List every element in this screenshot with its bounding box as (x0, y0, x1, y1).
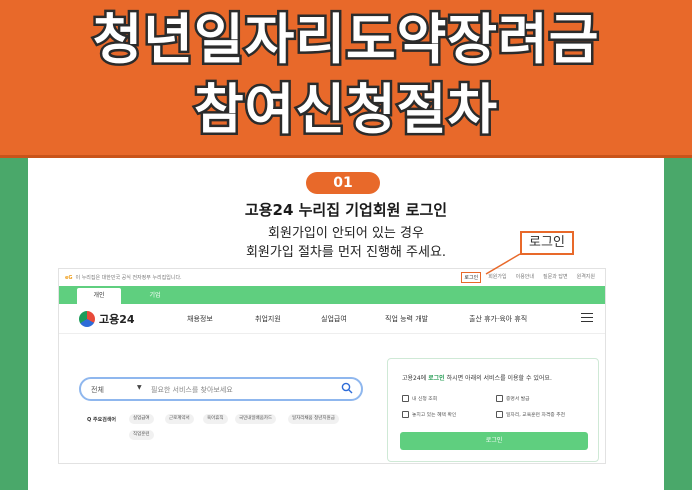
util-login-link[interactable]: 로그인 (461, 272, 482, 283)
service-missed-benefits[interactable]: 놓치고 있는 혜택 확인 (402, 411, 456, 418)
checklist-icon (402, 411, 409, 418)
site-brand-name: 고용24 (99, 313, 135, 326)
tab-personal[interactable]: 개인 (77, 288, 121, 304)
document-icon (402, 395, 409, 402)
service-recommendations[interactable]: 일자리, 교육훈련 자격증 추천 (496, 411, 565, 418)
popular-keywords-label: Q 주요검색어 (87, 417, 116, 423)
login-button[interactable]: 로그인 (400, 432, 588, 450)
nav-item-parental-leave[interactable]: 출산 휴가·육아 휴직 (469, 314, 527, 324)
step-number-badge: 01 (306, 172, 380, 194)
banner-title-line2: 참여신청절차 (191, 76, 499, 144)
util-qna-link[interactable]: 질문과 답변 (541, 272, 570, 283)
service-label: 놓치고 있는 혜택 확인 (412, 413, 457, 418)
keyword-chip[interactable]: 육아휴직 (203, 414, 228, 424)
site-screenshot: eG 이 누리집은 대한민국 공식 전자정부 누리집입니다. 로그인 회원가입 … (58, 268, 606, 464)
banner-title-line1: 청년일자리도약장려금 (90, 6, 601, 74)
taeguk-logo-icon (79, 311, 95, 327)
keyword-chip[interactable]: 국민내일배움카드 (235, 414, 277, 424)
login-msg-highlight: 로그인 (428, 375, 445, 382)
login-callout: 로그인 (520, 231, 574, 255)
egov-logo: eG (65, 274, 73, 281)
service-certificate[interactable]: 증명서 발급 (496, 395, 530, 402)
nav-item-employment-support[interactable]: 취업지원 (255, 314, 281, 324)
search-bar[interactable]: 전체 ▼ 필요한 서비스를 찾아보세요 (79, 377, 363, 401)
util-remote-link[interactable]: 원격지원 (575, 272, 597, 283)
caret-down-icon: ▼ (137, 384, 142, 391)
keyword-chip[interactable]: 근로계약서 (165, 414, 194, 424)
recommend-icon (496, 411, 503, 418)
utility-links: 로그인 회원가입 이용안내 질문과 답변 원격지원 (461, 272, 597, 283)
search-category-select[interactable]: 전체 (91, 385, 104, 395)
service-my-applications[interactable]: 내 신청 조회 (402, 395, 437, 402)
login-panel-message: 고용24에 로그인 하시면 아래의 서비스를 이용할 수 있어요. (402, 373, 552, 382)
user-type-tabs: 개인 기업 (59, 286, 605, 304)
step-title: 고용24 누리집 기업회원 로그인 (244, 201, 448, 219)
nav-item-skill-development[interactable]: 직업 능력 개발 (385, 314, 428, 324)
keyword-chip[interactable]: 실업급여 (129, 414, 154, 424)
login-msg-suffix: 하시면 아래의 서비스를 이용할 수 있어요. (444, 375, 552, 382)
utility-bar: eG 이 누리집은 대한민국 공식 전자정부 누리집입니다. 로그인 회원가입 … (59, 269, 605, 286)
card-notch (56, 478, 72, 490)
step-description-line2: 회원가입 절차를 먼저 진행해 주세요. (245, 245, 447, 260)
tab-business[interactable]: 기업 (133, 288, 177, 304)
keyword-chip[interactable]: 직업훈련 (129, 430, 154, 440)
step-description-line1: 회원가입이 안되어 있는 경우 (268, 226, 424, 241)
keyword-chip[interactable]: 일자리채움 청년지원금 (288, 414, 339, 424)
login-msg-prefix: 고용24에 (402, 375, 429, 382)
service-label: 증명서 발급 (506, 397, 530, 402)
search-icon[interactable] (341, 382, 353, 394)
certificate-icon (496, 395, 503, 402)
egov-notice: 이 누리집은 대한민국 공식 전자정부 누리집입니다. (75, 275, 182, 281)
login-panel: 고용24에 로그인 하시면 아래의 서비스를 이용할 수 있어요. 내 신청 조… (387, 358, 599, 462)
util-signup-link[interactable]: 회원가입 (486, 272, 508, 283)
service-label: 일자리, 교육훈련 자격증 추천 (506, 413, 566, 418)
search-input[interactable]: 필요한 서비스를 찾아보세요 (151, 385, 233, 395)
util-guide-link[interactable]: 이용안내 (514, 272, 536, 283)
hamburger-menu-icon[interactable] (581, 313, 593, 322)
site-logo[interactable]: 고용24 (79, 311, 135, 327)
service-label: 내 신청 조회 (412, 397, 438, 402)
main-nav: 고용24 채용정보 취업지원 실업급여 직업 능력 개발 출산 휴가·육아 휴직 (59, 304, 605, 334)
nav-item-unemployment-benefit[interactable]: 실업급여 (321, 314, 347, 324)
nav-item-jobs[interactable]: 채용정보 (187, 314, 213, 324)
